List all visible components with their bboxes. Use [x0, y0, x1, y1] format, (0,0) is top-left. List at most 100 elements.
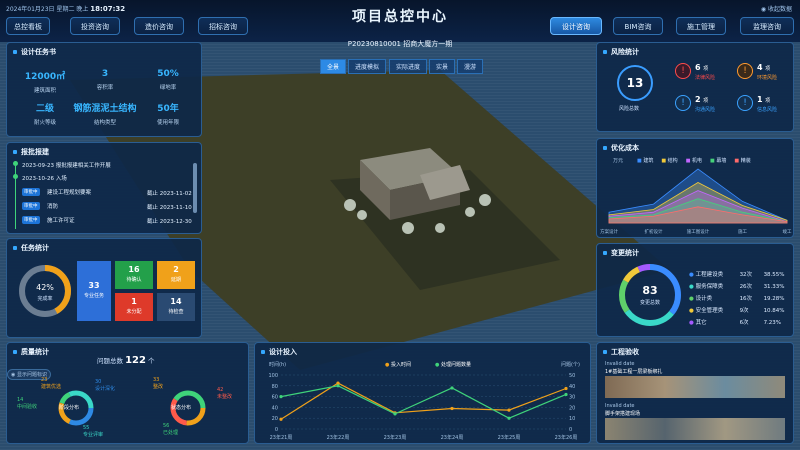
y2-tick-label: 0	[569, 427, 572, 433]
acceptance-photo[interactable]	[605, 376, 785, 398]
timeline-date: 截止 2023-11-10	[147, 205, 192, 211]
timeline-item: 2023-09-23 报批报建相关工作开展	[22, 163, 111, 169]
y2-tick-label: 50	[569, 373, 575, 379]
design-input-chart: 0 20 40 60 80 100 0 10 20 30 40 50 23年21周 23年22周 23年23…	[268, 373, 578, 441]
acceptance-item[interactable]: 脚手架搭建现场	[605, 410, 640, 417]
legend-issues: ● 处理问题数量	[435, 362, 471, 368]
panel-title: 质量统计	[13, 347, 49, 357]
tab-actual-progress[interactable]: 实际进度	[389, 59, 428, 74]
panel-title: 变更统计	[603, 248, 639, 258]
y-tick-label: 100	[268, 373, 278, 379]
acceptance-date: Invalid date	[605, 403, 635, 409]
acceptance-item[interactable]: 1#基础工程一层梁板绑扎	[605, 368, 662, 375]
risk-legal-label: 法律风险	[695, 75, 716, 81]
acceptance-panel: 工程验收 Invalid date 1#基础工程一层梁板绑扎 Invalid d…	[596, 342, 794, 444]
risk-env: 4 项	[757, 63, 771, 72]
y-axis-left-label: 时间(h)	[269, 362, 287, 368]
nav-supervision[interactable]: 监理咨询	[740, 17, 794, 35]
data-point	[279, 395, 283, 399]
risk-info-label: 信息风险	[757, 107, 778, 113]
nav-overview[interactable]: 总控看板	[6, 17, 50, 35]
panel-title: 任务统计	[13, 243, 49, 253]
x-tick-label: 施工	[738, 228, 747, 235]
nav-bim[interactable]: BIM咨询	[613, 17, 663, 35]
nav-construction[interactable]: 施工管理	[676, 17, 726, 35]
timeline-date: 截止 2023-12-30	[147, 219, 192, 225]
data-point	[507, 408, 511, 412]
panel-title: 优化成本	[603, 143, 639, 153]
panel-title: 工程验收	[603, 347, 639, 357]
collapse-data-button[interactable]: ◉ 收起数据	[761, 4, 792, 13]
x-tick-label: 23年23周	[384, 434, 407, 441]
tab-real-scene[interactable]: 实景	[429, 59, 456, 74]
task-box-delayed[interactable]: 2 延期	[157, 261, 195, 289]
tab-roam[interactable]: 漫游	[457, 59, 484, 74]
tab-panorama[interactable]: 全景	[320, 59, 347, 74]
acceptance-photo[interactable]	[605, 418, 785, 440]
nav-tender[interactable]: 招标咨询	[198, 17, 248, 35]
stat-far: 3 容积率	[96, 69, 114, 91]
data-point	[336, 384, 340, 388]
nav-design[interactable]: 设计咨询	[550, 17, 602, 35]
x-tick-label: 23年25周	[498, 434, 521, 441]
donut-label: 30 设计深化	[95, 379, 116, 392]
y2-tick-label: 10	[569, 416, 575, 422]
risk-env-label: 环境风险	[757, 75, 778, 81]
change-total-label: 变更总数	[639, 300, 660, 306]
x-tick-label: 扩初设计	[645, 228, 663, 235]
x-tick-label: 23年26周	[555, 434, 578, 441]
donut-label: 56 已处理	[163, 423, 179, 436]
y2-tick-label: 20	[569, 405, 575, 411]
nav-investment[interactable]: 投资咨询	[70, 17, 120, 35]
page-title: 项目总控中心	[352, 9, 448, 25]
donut-center: 阶段分布	[59, 405, 80, 411]
data-point	[279, 417, 283, 421]
stat-green: 50% 绿地率	[157, 69, 179, 91]
nav-cost[interactable]: 造价咨询	[134, 17, 184, 35]
x-tick-label: 23年22周	[327, 434, 350, 441]
change-panel: 变更统计 83 变更总数 ● 工程建设类 32次 38.55% ● 服务保障类 26次 3…	[596, 243, 794, 337]
change-row: ● 其它 6次 7.23%	[689, 320, 782, 326]
status-badge: 审批中	[22, 216, 40, 224]
timeline-date: 截止 2023-11-02	[147, 191, 192, 197]
completion-label: 完成率	[37, 296, 53, 302]
task-box-pending[interactable]: 16 待确认	[115, 261, 153, 289]
y-tick-label: 80	[272, 384, 278, 390]
risk-info: 1 项	[757, 95, 771, 104]
timeline-item: 建设工程规划要案	[47, 190, 92, 196]
change-row: ● 设计类 16次 19.28%	[689, 296, 785, 302]
task-stats-panel: 任务统计 42% 完成率 33 专业任务 16 待确认 2 延期 1 未分配 14 待检查	[6, 238, 202, 338]
cost-panel: 优化成本 万元 ■ 建筑 ■ 结构 ■ 机电 ■ 幕墙 ■ 精装 方案设计 扩初设计 施工图…	[596, 138, 794, 238]
scrollbar[interactable]	[193, 163, 197, 213]
y-tick-label: 0	[275, 427, 278, 433]
timeline-dot	[13, 174, 18, 179]
task-box-check[interactable]: 14 待检查	[157, 293, 195, 321]
legend-item: ■ 建筑	[637, 158, 654, 164]
y-tick-label: 40	[272, 405, 278, 411]
risk-total-label: 风险总数	[619, 106, 640, 112]
data-point	[450, 386, 454, 390]
data-point	[393, 412, 397, 416]
x-tick-label: 竣工	[783, 228, 792, 235]
warning-icon: !	[675, 63, 691, 79]
status-badge: 审批中	[22, 188, 40, 196]
cost-legend: ■ 建筑 ■ 结构 ■ 机电 ■ 幕墙 ■ 精装	[637, 157, 759, 164]
legend-item: ■ 幕墙	[710, 158, 727, 164]
risk-comm-label: 沟通风险	[695, 107, 716, 113]
panel-title: 报批报建	[13, 147, 49, 157]
tab-progress-sim[interactable]: 进度模拟	[348, 59, 387, 74]
warning-icon: !	[737, 95, 753, 111]
change-row: ● 工程建设类 32次 38.55%	[689, 272, 785, 278]
task-box-professional[interactable]: 33 专业任务	[77, 261, 111, 321]
donut-label: 14 中间验收	[17, 397, 38, 410]
legend-item: ■ 机电	[685, 158, 703, 164]
report-panel: 报批报建 2023-09-23 报批报建相关工作开展 2023-10-26 入场…	[6, 142, 202, 234]
risk-comm: 2 项	[695, 95, 709, 104]
x-tick-label: 23年21周	[270, 434, 293, 441]
data-point	[564, 386, 568, 391]
donut-label: 55 专业评审	[83, 425, 104, 438]
y2-tick-label: 30	[569, 395, 575, 401]
y2-tick-label: 40	[569, 384, 575, 390]
data-point	[450, 406, 454, 411]
task-box-unassigned[interactable]: 1 未分配	[115, 293, 153, 321]
